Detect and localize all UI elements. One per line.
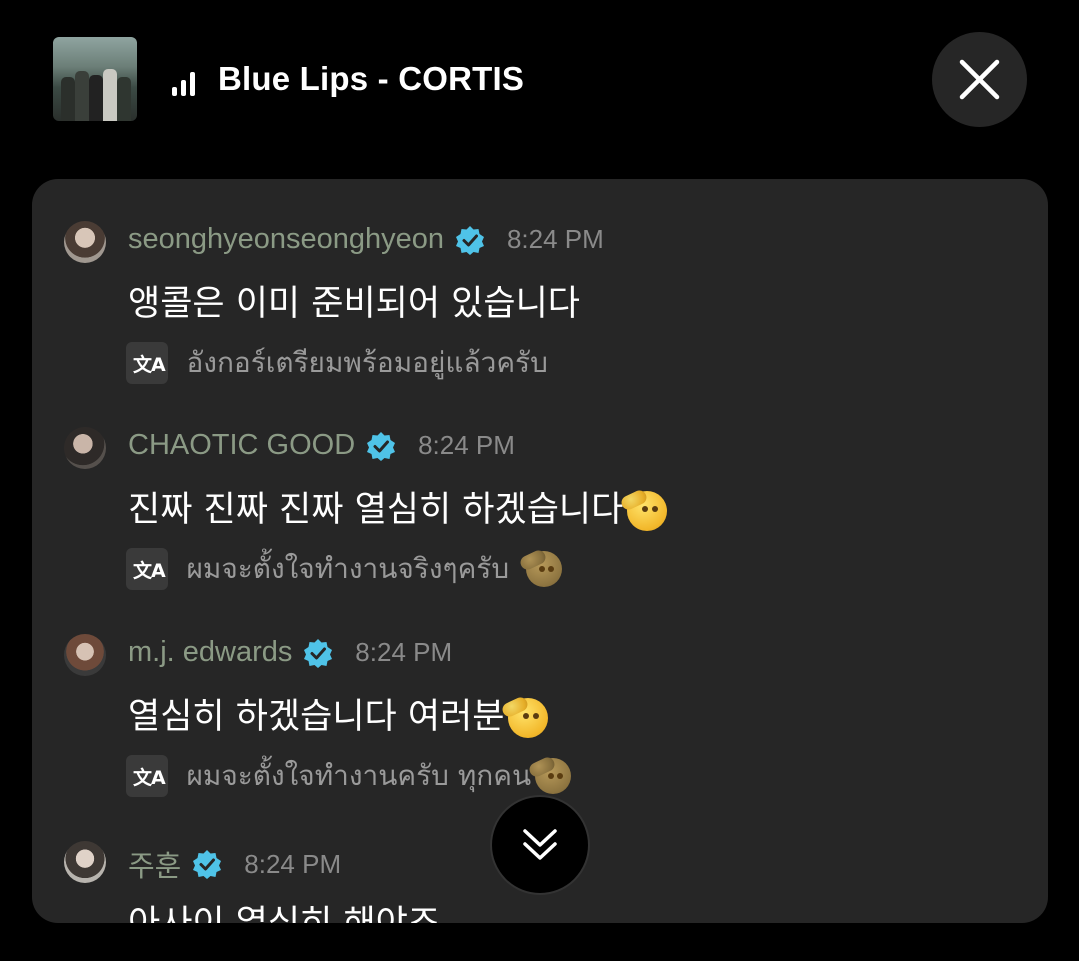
avatar[interactable] xyxy=(64,221,106,263)
message-text: 아사이 열심히 해야죠 xyxy=(128,895,440,923)
translate-icon[interactable]: 文A xyxy=(126,548,168,590)
message-text: 진짜 진짜 진짜 열심히 하겠습니다 xyxy=(128,490,624,530)
track-title: Blue Lips - CORTIS xyxy=(218,60,525,97)
message-meta: m.j. edwards 8:24 PM xyxy=(128,636,452,676)
verified-badge-icon xyxy=(303,638,332,668)
scroll-to-latest-button[interactable] xyxy=(490,795,590,895)
verified-badge-icon xyxy=(366,431,395,461)
verified-badge-icon xyxy=(455,225,484,255)
timestamp: 8:24 PM xyxy=(506,224,604,254)
saluting-face-icon xyxy=(619,488,668,531)
close-button[interactable] xyxy=(932,32,1027,127)
equalizer-bars-icon xyxy=(172,70,202,96)
message-meta: 주훈 8:24 PM xyxy=(128,843,342,884)
translate-icon[interactable]: 文A xyxy=(126,755,168,797)
chevron-double-down-icon xyxy=(523,829,557,860)
avatar[interactable] xyxy=(64,427,106,469)
translate-icon[interactable]: 文A xyxy=(126,342,168,384)
saluting-face-icon xyxy=(527,755,572,794)
username[interactable]: CHAOTIC GOOD xyxy=(128,429,355,461)
timestamp: 8:24 PM xyxy=(244,848,342,879)
username[interactable]: 주훈 xyxy=(128,851,181,883)
message-meta: CHAOTIC GOOD 8:24 PM xyxy=(128,429,515,469)
translation-text: อังกอร์เตรียมพร้อมอยู่แล้วครับ xyxy=(186,346,548,379)
album-art[interactable] xyxy=(53,37,137,121)
username[interactable]: m.j. edwards xyxy=(128,636,292,668)
verified-badge-icon xyxy=(192,850,221,879)
message-text: 앵콜은 이미 준비되어 있습니다 xyxy=(128,284,580,324)
translation-text: ผมจะตั้งใจทำงานครับ ทุกคน xyxy=(186,759,532,792)
message-text-row: 열심히 하겠습니다 여러분 xyxy=(128,688,549,739)
translation-row: 文A ผมจะตั้งใจทำงานจริงๆครับ xyxy=(126,547,562,591)
close-icon xyxy=(959,59,1000,100)
now-playing-header: Blue Lips - CORTIS xyxy=(0,0,1079,170)
translation-row: 文A อังกอร์เตรียมพร้อมอยู่แล้วครับ xyxy=(126,341,548,385)
saluting-face-icon xyxy=(517,548,562,587)
message-text-row: 진짜 진짜 진짜 열심히 하겠습니다 xyxy=(128,481,668,532)
avatar[interactable] xyxy=(64,841,106,883)
saluting-face-icon xyxy=(500,695,549,738)
avatar[interactable] xyxy=(64,634,106,676)
timestamp: 8:24 PM xyxy=(418,430,515,460)
username[interactable]: seonghyeonseonghyeon xyxy=(128,223,444,255)
translation-text: ผมจะตั้งใจทำงานจริงๆครับ xyxy=(186,552,510,585)
translation-row: 文A ผมจะตั้งใจทำงานครับ ทุกคน xyxy=(126,754,572,798)
message-text: 열심히 하겠습니다 여러분 xyxy=(128,697,505,737)
message-meta: seonghyeonseonghyeon 8:24 PM xyxy=(128,223,604,263)
timestamp: 8:24 PM xyxy=(355,637,453,667)
